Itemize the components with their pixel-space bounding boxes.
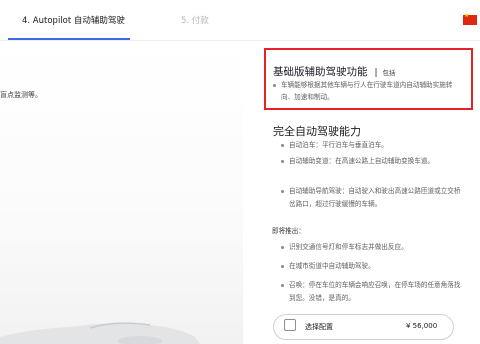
china-flag-icon[interactable]: ★ <box>463 13 477 25</box>
feature-auto-lane-change: 自动辅助变道：在高速公路上自动辅助变换车道。 <box>281 155 461 168</box>
title-separator: | <box>374 68 378 78</box>
basic-autopilot-heading: 基础版辅助驾驶功能 | 包括 <box>273 64 396 79</box>
step-payment[interactable]: 5. 付款 <box>181 14 209 26</box>
car-silhouette-image <box>0 322 200 344</box>
step-navigation: 4. Autopilot 自动辅助驾驶 5. 付款 ★ <box>0 0 480 40</box>
config-price: ¥ 56,000 <box>406 322 438 330</box>
step-autopilot[interactable]: 4. Autopilot 自动辅助驾驶 <box>22 14 125 26</box>
vehicle-visual-panel: 盲点监测等。 <box>0 41 243 344</box>
basic-autopilot-title: 基础版辅助驾驶功能 <box>273 66 368 78</box>
left-feature-text: 盲点监测等。 <box>0 91 42 99</box>
select-config-label: 选择配置 <box>305 323 333 331</box>
coming-traffic-lights: 识别交通信号灯和停车标志并做出反应。 <box>281 241 461 254</box>
fsd-title: 完全自动驾驶能力 <box>273 125 361 138</box>
select-config-checkbox[interactable] <box>284 319 296 331</box>
feature-autopark: 自动泊车：平行泊车与垂直泊车。 <box>281 139 461 152</box>
feature-navigate-on-autopilot: 自动辅助导航驾驶：自动驶入和驶出高速公路匝道或立交桥岔路口，超过行驶缓慢的车辆。 <box>281 185 461 210</box>
coming-city-streets: 在城市街道中自动辅助驾驶。 <box>281 260 461 273</box>
included-label: 包括 <box>382 69 396 77</box>
coming-soon-label: 即将推出： <box>272 227 305 235</box>
basic-autopilot-description: 车辆能够根据其他车辆与行人在行驶车道内自动辅助实施转向、加速和制动。 <box>273 79 463 103</box>
coming-summon: 召唤：停在车位的车辆会响应召唤，在停车场的任意角落找到您。没错，是真的。 <box>281 279 461 304</box>
